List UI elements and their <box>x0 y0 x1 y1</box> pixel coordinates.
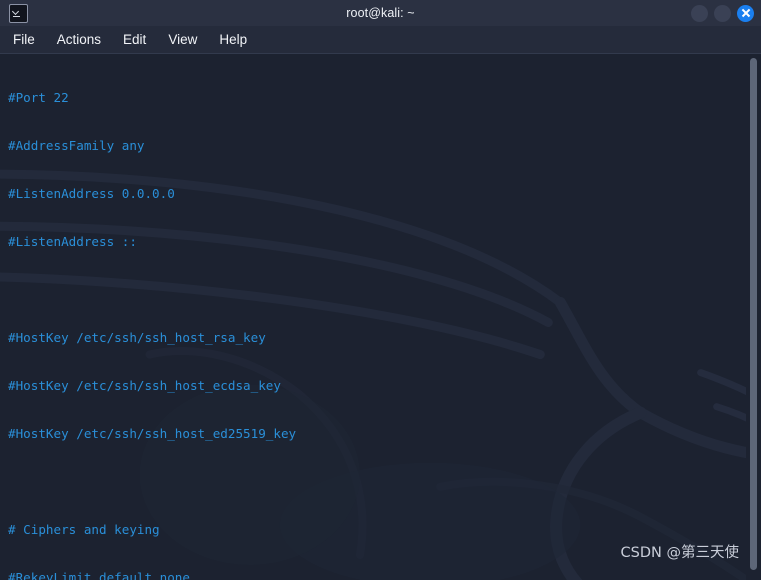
menu-item-view[interactable]: View <box>168 33 197 47</box>
terminal-line: #ListenAddress 0.0.0.0 <box>8 186 175 201</box>
terminal-line: #HostKey /etc/ssh/ssh_host_ecdsa_key <box>8 378 281 393</box>
terminal-line: #HostKey /etc/ssh/ssh_host_ed25519_key <box>8 426 297 441</box>
terminal-line: # Ciphers and keying <box>8 522 160 537</box>
menu-item-actions[interactable]: Actions <box>57 33 101 47</box>
menu-item-edit[interactable]: Edit <box>123 33 146 47</box>
terminal-line: #Port 22 <box>8 90 69 105</box>
minimize-button[interactable] <box>691 4 708 22</box>
menu-item-help[interactable]: Help <box>219 33 247 47</box>
window-controls <box>691 0 754 26</box>
window-title: root@kali: ~ <box>346 6 415 20</box>
terminal-text: #Port 22 #AddressFamily any #ListenAddre… <box>0 54 761 580</box>
maximize-button[interactable] <box>714 4 731 22</box>
menu-item-file[interactable]: File <box>13 33 35 47</box>
terminal-window: root@kali: ~ File Actions Edit View Help <box>0 0 761 580</box>
terminal-icon <box>9 3 28 23</box>
terminal-body[interactable]: #Port 22 #AddressFamily any #ListenAddre… <box>0 54 761 580</box>
scrollbar[interactable] <box>746 54 761 580</box>
terminal-line: #HostKey /etc/ssh/ssh_host_rsa_key <box>8 330 266 345</box>
terminal-line: #RekeyLimit default none <box>8 570 190 580</box>
menubar: File Actions Edit View Help <box>0 26 761 54</box>
scrollbar-thumb[interactable] <box>750 58 757 570</box>
close-button[interactable] <box>737 4 754 22</box>
terminal-line: #ListenAddress :: <box>8 234 137 249</box>
terminal-line: #AddressFamily any <box>8 138 145 153</box>
titlebar[interactable]: root@kali: ~ <box>0 0 761 26</box>
